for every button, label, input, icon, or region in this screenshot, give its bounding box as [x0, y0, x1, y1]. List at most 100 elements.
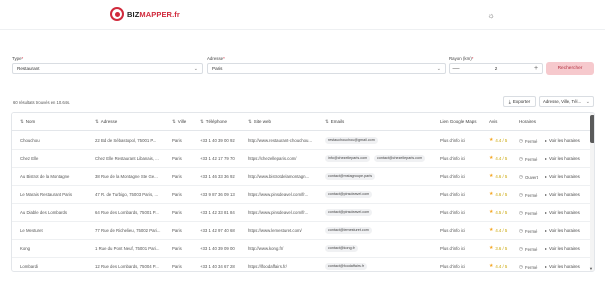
table-row[interactable]: Chouchou 22 Bd de Sébastopol, 75001 P... P…	[12, 132, 590, 150]
decrement-button[interactable]: —	[450, 64, 462, 73]
radius-stepper[interactable]: — 2 +	[449, 63, 543, 74]
view-hours-button[interactable]: ▸ Voir les horaires	[545, 246, 580, 251]
email-chip[interactable]: contact@kong.fr	[325, 245, 358, 252]
cell-maps-link[interactable]: Plus d'info ici	[440, 174, 465, 179]
cell-city: Paris	[172, 210, 182, 215]
chevron-down-icon: ⌄	[436, 66, 441, 72]
cell-status: ◷ Fermé	[519, 246, 538, 252]
cell-address: 77 Rue de Richelieu, 75002 Pari...	[95, 228, 161, 233]
table-row[interactable]: Kong 1 Rue du Pont Neuf, 75001 Pari... Par…	[12, 240, 590, 258]
email-chip[interactable]: contact@lemesturet.com	[325, 227, 372, 234]
type-label: Type*	[12, 56, 24, 61]
address-input[interactable]: Paris ⌄	[207, 63, 446, 74]
bizmapper-logo[interactable]: BIZMAPPER.fr	[110, 7, 180, 21]
chevron-right-icon: ▸	[545, 192, 548, 197]
clock-icon: ◷	[519, 228, 524, 233]
cell-maps-link[interactable]: Plus d'info ici	[440, 264, 465, 269]
clock-icon: ◷	[519, 192, 524, 197]
table-row[interactable]: Au Bistrot de la Montagne 38 Rue de la Mo…	[12, 168, 590, 186]
view-hours-button[interactable]: ▸ Voir les horaires	[545, 228, 580, 233]
scrollbar-thumb[interactable]	[590, 115, 594, 143]
cell-name: Lombardi	[20, 264, 38, 269]
scroll-down-arrow-icon[interactable]: ▼	[589, 266, 593, 271]
table-row[interactable]: Le Marais Restaurant Paris 47 R. de Turbi…	[12, 186, 590, 204]
view-hours-button[interactable]: ▸ Voir les horaires	[545, 156, 580, 161]
email-chip[interactable]: info@chezelleparis.com	[325, 155, 371, 162]
results-table: ⇅ Nom ⇅ Adresse ⇅ Ville ⇅ Téléphone ⇅ Site we…	[11, 112, 595, 272]
increment-button[interactable]: +	[530, 64, 542, 73]
table-row[interactable]: Au Diable des Lombards 64 Rue des Lombard…	[12, 204, 590, 222]
star-icon: ★	[489, 156, 494, 161]
cell-city: Paris	[172, 156, 182, 161]
cell-website-link[interactable]: http://www.bistrotdelamontagn...	[248, 174, 322, 179]
email-chip[interactable]: restauchouchou@gmail.com	[325, 137, 378, 144]
cell-maps-link[interactable]: Plus d'info ici	[440, 246, 465, 251]
view-hours-button[interactable]: ▸ Voir les horaires	[545, 138, 580, 143]
type-select[interactable]: Restaurant ⌄	[12, 63, 203, 74]
column-header-emails[interactable]: ⇅ Emails	[325, 119, 344, 125]
email-chip[interactable]: contact@pinsdeavel.com	[325, 209, 373, 216]
email-chip[interactable]: contact@pinsdeavel.com	[325, 191, 373, 198]
view-hours-button[interactable]: ▸ Voir les horaires	[545, 264, 580, 269]
column-header-name[interactable]: ⇅ Nom	[20, 119, 35, 125]
cell-status: ◷ Ouvert	[519, 174, 538, 180]
logo-target-icon	[110, 7, 124, 21]
cell-name: Kong	[20, 246, 31, 251]
sort-select[interactable]: Adresse, Ville, Tél... ⌄	[539, 96, 594, 107]
cell-rating: ★ 4.4 / 5	[489, 264, 508, 269]
cell-status: ◷ Fermé	[519, 264, 538, 270]
table-row[interactable]: Le Mesturet 77 Rue de Richelieu, 75002 Pa…	[12, 222, 590, 240]
cell-rating: ★ 4.6 / 5	[489, 174, 508, 179]
table-row[interactable]: Chez Elle Chez Elle Restaurant Libanais, …	[12, 150, 590, 168]
cell-rating: ★ 4.5 / 5	[489, 210, 508, 215]
cell-website-link[interactable]: https://chezelleparis.com/	[248, 156, 322, 161]
column-header-website[interactable]: ⇅ Site web	[248, 119, 271, 125]
clock-icon: ◷	[519, 264, 524, 269]
radius-value[interactable]: 2	[462, 66, 530, 71]
cell-phone: +33 1 42 97 40 68	[200, 228, 235, 233]
star-icon: ★	[489, 228, 494, 233]
cell-maps-link[interactable]: Plus d'info ici	[440, 228, 465, 233]
cell-rating: ★ 3.6 / 5	[489, 246, 508, 251]
sun-icon[interactable]: ☼	[486, 10, 496, 20]
chevron-right-icon: ▸	[545, 246, 548, 251]
email-chip[interactable]: contact@chezelleparis.com	[374, 155, 426, 162]
cell-name: Le Marais Restaurant Paris	[20, 192, 73, 197]
sort-icon: ⇅	[325, 119, 329, 124]
cell-status: ◷ Fermé	[519, 210, 538, 216]
cell-maps-link[interactable]: Plus d'info ici	[440, 210, 465, 215]
view-hours-button[interactable]: ▸ Voir les horaires	[545, 210, 580, 215]
cell-website-link[interactable]: https://www.lemesturet.com/	[248, 228, 322, 233]
cell-website-link[interactable]: http://www.kong.fr/	[248, 246, 322, 251]
cell-phone: +33 1 42 17 79 70	[200, 156, 235, 161]
table-scrollbar[interactable]	[590, 113, 594, 271]
column-header-address[interactable]: ⇅ Adresse	[95, 119, 117, 125]
cell-status: ◷ Fermé	[519, 228, 538, 234]
table-row[interactable]: Lombardi 12 Rue des Lombards, 75004 P... P…	[12, 258, 590, 271]
cell-phone: +33 1 42 33 81 84	[200, 210, 235, 215]
address-label: Adresse*	[207, 56, 225, 61]
cell-maps-link[interactable]: Plus d'info ici	[440, 138, 465, 143]
cell-website-link[interactable]: http://www.restaurant-chouchou...	[248, 138, 322, 143]
email-chip[interactable]: contact@foodaffairs.fr	[325, 263, 368, 270]
cell-website-link[interactable]: https://www.pinsdeavel.com/fr...	[248, 192, 322, 197]
search-button[interactable]: Rechercher	[546, 62, 594, 75]
export-button[interactable]: ⤓ Exporter	[503, 96, 536, 107]
cell-website-link[interactable]: https://www.pinsdeavel.com/fr...	[248, 210, 322, 215]
view-hours-button[interactable]: ▸ Voir les horaires	[545, 192, 580, 197]
results-count: 60 résultats trouvés en 10.64s.	[13, 100, 71, 105]
chevron-down-icon: ⌄	[193, 66, 198, 72]
cell-phone: +33 1 40 39 09 00	[200, 246, 235, 251]
cell-maps-link[interactable]: Plus d'info ici	[440, 156, 465, 161]
column-header-city[interactable]: ⇅ Ville	[172, 119, 186, 125]
cell-maps-link[interactable]: Plus d'info ici	[440, 192, 465, 197]
column-header-phone[interactable]: ⇅ Téléphone	[200, 119, 227, 125]
view-hours-button[interactable]: ▸ Voir les horaires	[545, 174, 580, 179]
cell-website-link[interactable]: https://lfoodaffairs.fr/	[248, 264, 322, 269]
cell-name: Le Mesturet	[20, 228, 43, 233]
clock-icon: ◷	[519, 210, 524, 215]
cell-address: 12 Rue des Lombards, 75004 P...	[95, 264, 159, 269]
chevron-right-icon: ▸	[545, 228, 548, 233]
email-chip[interactable]: contact@mstagroupe.paris	[325, 173, 376, 180]
sort-icon: ⇅	[248, 119, 252, 124]
